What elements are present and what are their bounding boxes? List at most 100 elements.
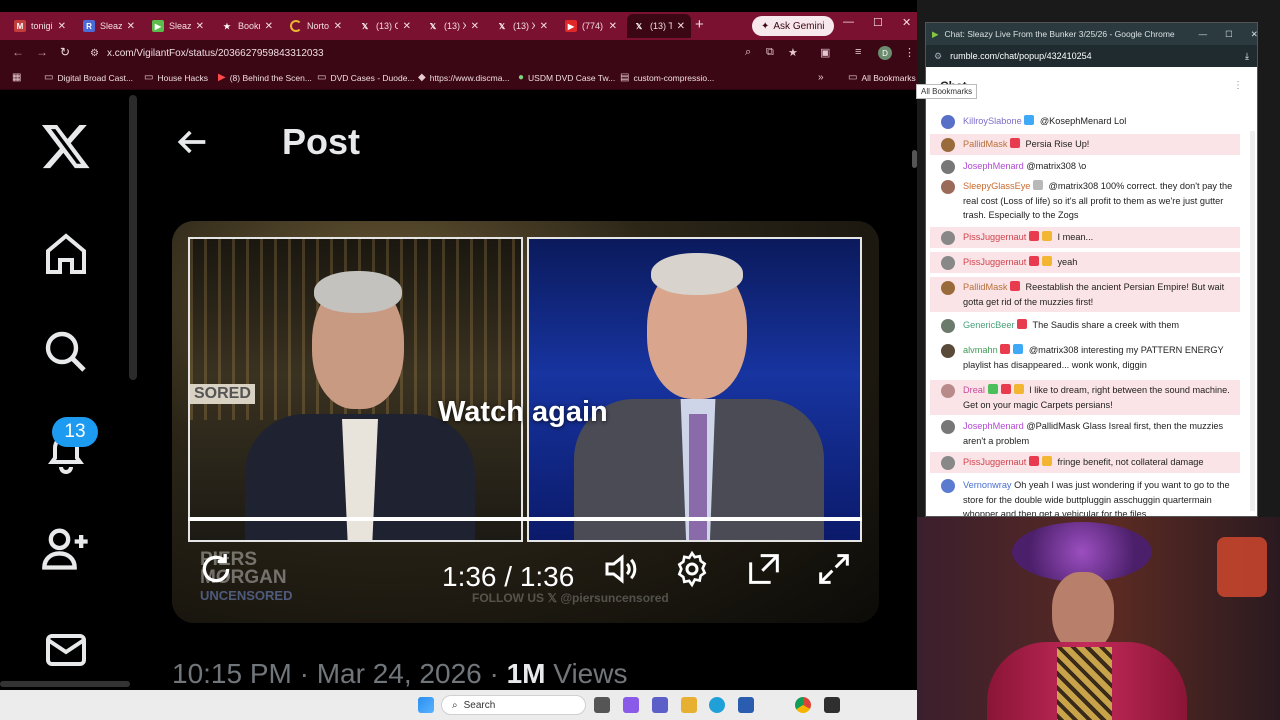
forward-arrow-icon[interactable]: → (36, 45, 48, 59)
browser-tab-active[interactable]: 𝕏 (13) T ✕ (627, 14, 691, 38)
edge-icon[interactable] (709, 697, 725, 713)
close-tab-icon[interactable]: ✕ (58, 21, 66, 32)
minimize-icon[interactable]: — (843, 16, 854, 28)
browser-tab[interactable]: Mtonigi ✕ (8, 14, 72, 38)
chat-username[interactable]: Vernonwray (963, 480, 1012, 490)
browser-tab[interactable]: 𝕏 (13) X ✕ (421, 14, 485, 38)
close-tab-icon[interactable]: ✕ (127, 21, 135, 32)
user-avatar[interactable] (941, 138, 955, 152)
pip-button[interactable] (744, 549, 784, 589)
app-icon[interactable] (824, 697, 840, 713)
chat-username[interactable]: PallidMask (963, 282, 1007, 292)
close-window-icon[interactable]: ✕ (902, 16, 911, 29)
bookmark-item[interactable]: ◆ https://www.discma... (418, 72, 510, 83)
bookmark-star-icon[interactable]: ★ (788, 46, 798, 59)
messages-mail-icon[interactable] (40, 624, 92, 676)
x-logo-icon[interactable] (40, 120, 92, 172)
video-progress-bar[interactable] (188, 517, 862, 521)
download-icon[interactable]: ⤓ (1245, 51, 1249, 62)
start-windows-icon[interactable] (418, 697, 434, 713)
close-tab-icon[interactable]: ✕ (334, 21, 342, 32)
user-avatar[interactable] (941, 231, 955, 245)
reload-icon[interactable]: ↻ (60, 45, 70, 59)
sidebar-scrollbar[interactable] (129, 95, 137, 380)
close-window-icon[interactable]: ✕ (1251, 29, 1257, 40)
bookmark-item[interactable]: ▭ DVD Cases - Duode... (317, 72, 415, 83)
user-avatar[interactable] (941, 281, 955, 295)
profile-avatar[interactable]: D (878, 46, 892, 60)
home-icon[interactable] (40, 228, 92, 280)
teams-icon[interactable] (652, 697, 668, 713)
watch-again-label[interactable]: Watch again (438, 396, 608, 429)
user-avatar[interactable] (941, 479, 955, 493)
file-explorer-icon[interactable] (681, 697, 697, 713)
minimize-icon[interactable]: — (1199, 29, 1208, 39)
zoom-icon[interactable]: ⌕ (745, 46, 751, 59)
chat-scrollbar[interactable] (1250, 131, 1255, 511)
maximize-icon[interactable]: ☐ (873, 16, 883, 29)
overflow-chevron-icon[interactable]: » (818, 72, 824, 83)
menu-dots-icon[interactable]: ⋮ (904, 46, 915, 59)
apps-grid-icon[interactable]: ▦ (12, 72, 21, 83)
copilot-icon[interactable] (623, 697, 639, 713)
horizontal-scrollbar[interactable] (0, 681, 130, 687)
bookmark-item[interactable]: ● USDM DVD Case Tw... (518, 72, 615, 83)
close-tab-icon[interactable]: ✕ (265, 21, 273, 32)
close-tab-icon[interactable]: ✕ (677, 21, 685, 32)
chat-username[interactable]: PissJuggernaut (963, 232, 1026, 242)
bookmark-item[interactable]: ▭ House Hacks (144, 72, 208, 83)
chat-username[interactable]: PallidMask (963, 139, 1007, 149)
browser-tab[interactable]: ★Bookm✕ (215, 14, 279, 38)
user-avatar[interactable] (941, 160, 955, 174)
bookmark-item[interactable]: ▤ custom-compressio... (620, 72, 714, 83)
user-avatar[interactable] (941, 344, 955, 358)
site-info-icon[interactable]: ⚙ (90, 48, 99, 59)
close-tab-icon[interactable]: ✕ (403, 21, 411, 32)
ask-gemini-button[interactable]: ✦ Ask Gemini (752, 16, 834, 36)
close-tab-icon[interactable]: ✕ (609, 21, 617, 32)
back-button[interactable] (172, 122, 212, 167)
media-controls-icon[interactable]: ≡ (855, 46, 861, 58)
chat-menu-icon[interactable]: ⋮ (1233, 80, 1243, 91)
chat-username[interactable]: GenericBeer (963, 320, 1015, 330)
close-tab-icon[interactable]: ✕ (540, 21, 548, 32)
chat-username[interactable]: KillroySlabone (963, 116, 1022, 126)
user-avatar[interactable] (941, 456, 955, 470)
video-player[interactable]: SORED Watch again PIERS MORGAN UNCENSORED … (172, 221, 879, 623)
close-tab-icon[interactable]: ✕ (471, 21, 479, 32)
new-tab-button[interactable]: + (695, 16, 704, 33)
address-bar[interactable]: ⚙ x.com/VigilantFox/status/2036627959843… (84, 43, 804, 63)
user-avatar[interactable] (941, 256, 955, 270)
maximize-icon[interactable]: ☐ (1225, 29, 1233, 40)
settings-button[interactable] (672, 549, 712, 589)
task-view-icon[interactable] (594, 697, 610, 713)
bookmark-item[interactable]: ▭ Digital Broad Cast... (44, 72, 133, 83)
browser-tab[interactable]: RSleazy✕ (77, 14, 141, 38)
chat-username[interactable]: PissJuggernaut (963, 457, 1026, 467)
taskbar-search[interactable]: ⌕ Search (441, 695, 586, 715)
user-avatar[interactable] (941, 180, 955, 194)
bookmark-item[interactable]: ▶ (8) Behind the Scen... (218, 72, 312, 83)
chat-username[interactable]: Dreal (963, 385, 985, 395)
browser-tab[interactable]: 𝕏 (13) X ✕ (490, 14, 554, 38)
back-arrow-icon[interactable]: ← (12, 45, 24, 59)
user-avatar[interactable] (941, 115, 955, 129)
store-icon[interactable] (738, 697, 754, 713)
replay-button[interactable] (196, 549, 236, 589)
browser-tab[interactable]: ▶ (774) ✕ (559, 14, 623, 38)
cast-icon[interactable]: ⧉ (766, 46, 774, 59)
chat-username[interactable]: JosephMenard (963, 421, 1024, 431)
search-icon[interactable] (40, 326, 92, 378)
chat-username[interactable]: alvmahn (963, 345, 998, 355)
user-avatar[interactable] (941, 420, 955, 434)
volume-button[interactable] (602, 549, 642, 589)
all-bookmarks-button[interactable]: ▭ All Bookmarks (848, 72, 916, 83)
follow-add-person-icon[interactable] (40, 522, 92, 574)
user-avatar[interactable] (941, 384, 955, 398)
user-avatar[interactable] (941, 319, 955, 333)
browser-tab[interactable]: Norto ✕ (284, 14, 348, 38)
chat-username[interactable]: SleepyGlassEye (963, 181, 1030, 191)
close-tab-icon[interactable]: ✕ (196, 21, 204, 32)
browser-tab[interactable]: ▶Sleazy✕ (146, 14, 210, 38)
browser-tab[interactable]: 𝕏(13) C✕ (353, 14, 417, 38)
